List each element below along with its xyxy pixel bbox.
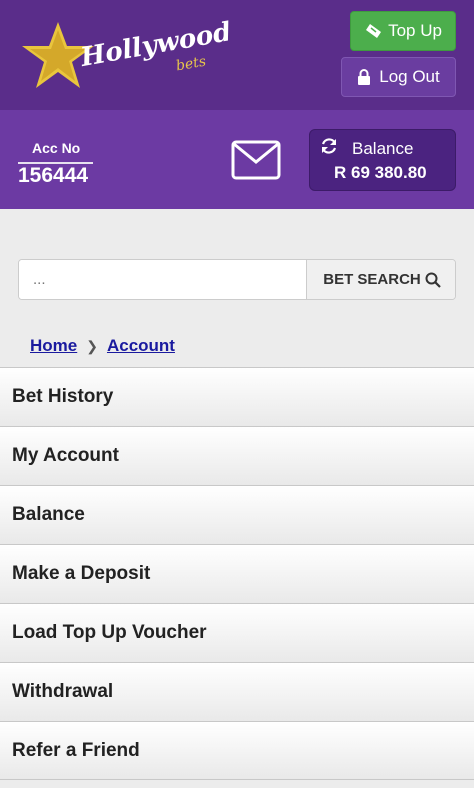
menu-item-label: Balance <box>12 504 85 525</box>
hollywood-bets-logo[interactable]: Hollywood bets <box>18 17 233 92</box>
bet-search-input[interactable] <box>19 260 306 299</box>
refresh-icon[interactable] <box>320 137 338 155</box>
account-number-label: Acc No <box>32 140 81 156</box>
menu-item-label: Refer a Friend <box>12 739 140 761</box>
log-out-button[interactable]: Log Out <box>341 57 456 97</box>
breadcrumb-account-link[interactable]: Account <box>107 336 175 356</box>
menu-item-label: My Account <box>12 445 119 466</box>
balance-value: R 69 380.80 <box>334 163 427 182</box>
menu-item-label: Load Top Up Voucher <box>12 622 207 643</box>
account-menu: Bet History My Account Balance Make a De… <box>0 367 474 780</box>
menu-item-label: Make a Deposit <box>12 563 151 584</box>
bet-search-bar: BET SEARCH <box>18 259 456 300</box>
search-icon <box>425 272 441 288</box>
menu-item-label: Bet History <box>12 386 114 407</box>
lock-icon <box>358 69 371 85</box>
logo-subtext: bets <box>174 53 208 75</box>
header-top-bar: Hollywood bets Top Up Log Out <box>0 0 474 110</box>
top-up-label: Top Up <box>388 21 442 40</box>
top-up-button[interactable]: Top Up <box>350 11 456 51</box>
menu-item-load-top-up-voucher[interactable]: Load Top Up Voucher <box>0 603 474 662</box>
breadcrumb: Home ❯ Account <box>30 336 175 356</box>
balance-label: Balance <box>352 139 414 158</box>
envelope-icon[interactable] <box>231 140 281 180</box>
ticket-icon <box>366 24 382 38</box>
logo-wordmark: Hollywood <box>78 17 234 73</box>
balance-widget[interactable]: Balance R 69 380.80 <box>309 129 456 191</box>
log-out-label: Log Out <box>379 67 440 86</box>
breadcrumb-home-link[interactable]: Home <box>30 336 77 356</box>
bet-search-button[interactable]: BET SEARCH <box>306 260 455 299</box>
menu-item-balance[interactable]: Balance <box>0 485 474 544</box>
menu-item-label: Withdrawal <box>12 681 114 702</box>
menu-item-bet-history[interactable]: Bet History <box>0 367 474 426</box>
bet-search-label: BET SEARCH <box>323 271 421 288</box>
account-number: 156444 <box>18 164 89 187</box>
menu-item-my-account[interactable]: My Account <box>0 426 474 485</box>
menu-item-make-a-deposit[interactable]: Make a Deposit <box>0 544 474 603</box>
menu-item-refer-a-friend[interactable]: Refer a Friend <box>0 721 474 780</box>
menu-item-withdrawal[interactable]: Withdrawal <box>0 662 474 721</box>
chevron-right-icon: ❯ <box>86 337 98 354</box>
